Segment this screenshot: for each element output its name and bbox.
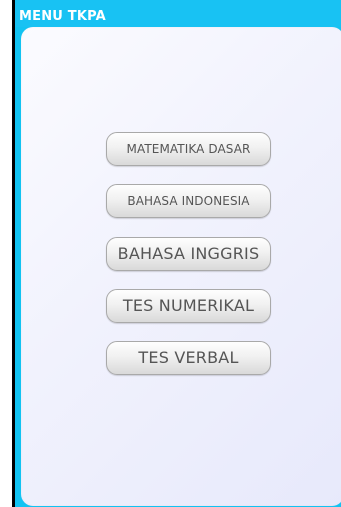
tes-numerikal-button[interactable]: TES NUMERIKAL bbox=[106, 289, 271, 323]
bahasa-indonesia-button[interactable]: BAHASA INDONESIA bbox=[106, 184, 271, 218]
title-bar: MENU TKPA bbox=[15, 0, 341, 27]
bahasa-inggris-button[interactable]: BAHASA INGGRIS bbox=[106, 237, 271, 271]
menu-panel: MATEMATIKA DASAR BAHASA INDONESIA BAHASA… bbox=[21, 27, 341, 506]
app-window: MENU TKPA MATEMATIKA DASAR BAHASA INDONE… bbox=[12, 0, 341, 507]
matematika-dasar-button[interactable]: MATEMATIKA DASAR bbox=[106, 132, 271, 166]
tes-verbal-button[interactable]: TES VERBAL bbox=[106, 341, 271, 375]
window-title: MENU TKPA bbox=[19, 9, 106, 24]
